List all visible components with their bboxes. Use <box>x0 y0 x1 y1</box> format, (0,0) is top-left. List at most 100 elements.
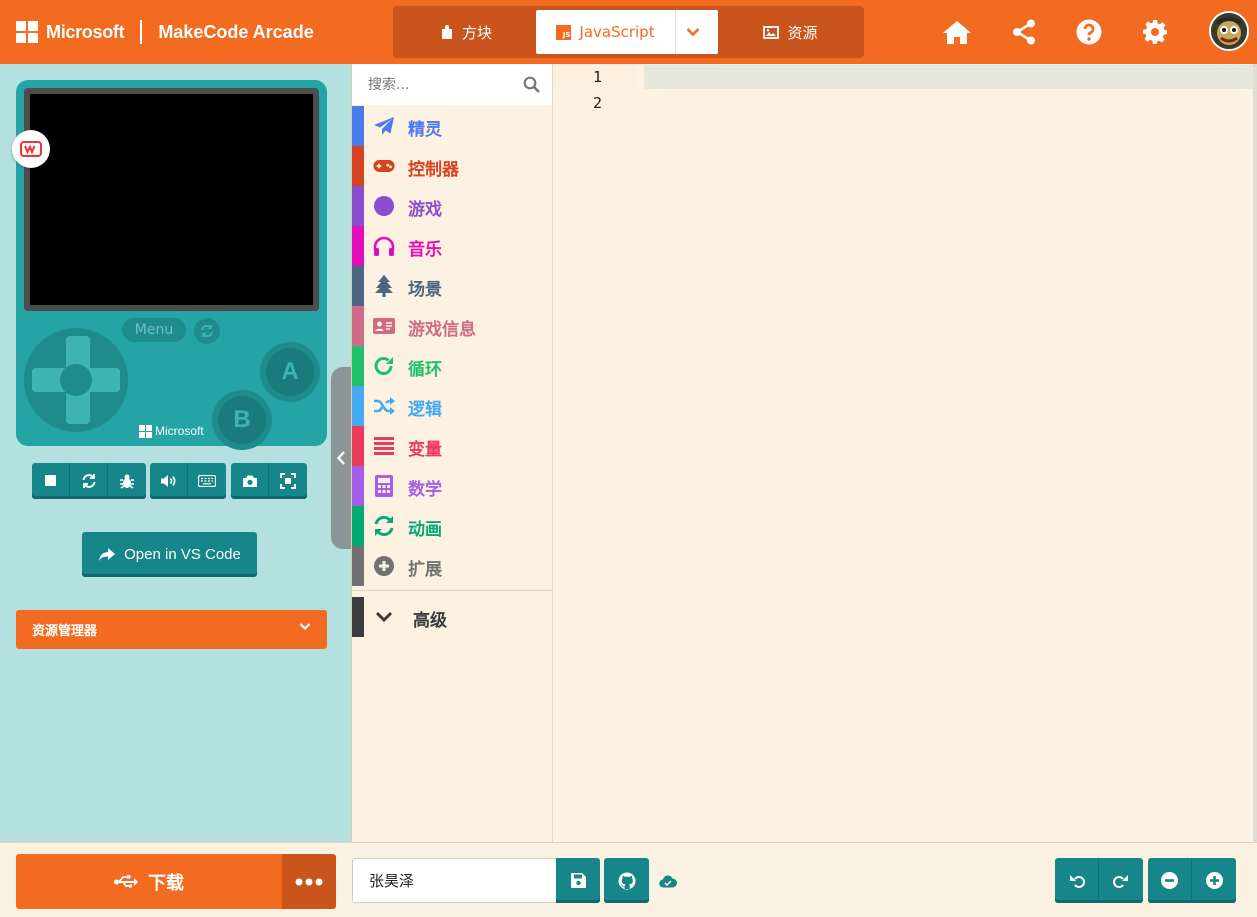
category-color-bar <box>352 346 364 386</box>
category-game[interactable]: 游戏 <box>352 186 552 226</box>
language-dropdown-button[interactable] <box>675 10 718 54</box>
share-icon <box>1013 19 1035 45</box>
list-icon <box>373 435 395 457</box>
category-logic[interactable]: 逻辑 <box>352 386 552 426</box>
b-button[interactable]: B <box>212 390 272 450</box>
calculator-icon <box>373 475 395 497</box>
wps-floating-badge[interactable] <box>12 130 50 168</box>
github-button[interactable] <box>604 858 649 903</box>
open-in-vscode-button[interactable]: Open in VS Code <box>82 532 257 577</box>
minus-circle-icon <box>1161 872 1178 889</box>
category-info[interactable]: 游戏信息 <box>352 306 552 346</box>
category-scene[interactable]: 场景 <box>352 266 552 306</box>
category-color-bar <box>352 186 364 226</box>
open-in-vscode-label: Open in VS Code <box>124 546 241 563</box>
search-icon[interactable] <box>523 76 540 93</box>
device-brand: Microsoft <box>139 424 204 438</box>
save-icon <box>570 873 586 888</box>
undo-button[interactable] <box>1055 858 1099 903</box>
chevron-down-icon <box>686 28 700 37</box>
user-avatar[interactable] <box>1209 11 1249 51</box>
share-button[interactable] <box>1006 14 1042 50</box>
gamepad-icon <box>373 155 395 177</box>
b-button-label: B <box>218 396 266 444</box>
headphones-icon <box>373 235 395 257</box>
category-music[interactable]: 音乐 <box>352 226 552 266</box>
fullscreen-icon <box>280 473 296 489</box>
editor-toggle: 方块 JS JavaScript 资源 <box>393 6 864 58</box>
category-label: 场景 <box>408 280 442 300</box>
device-brand-label: Microsoft <box>155 424 204 438</box>
dpad-center <box>60 364 92 396</box>
category-label: 动画 <box>408 520 442 540</box>
settings-button[interactable] <box>1137 14 1173 50</box>
puzzle-icon <box>441 25 452 39</box>
brand-company: Microsoft <box>46 21 125 42</box>
device-reset-button[interactable] <box>194 318 220 344</box>
tab-javascript[interactable]: JS JavaScript <box>536 10 675 54</box>
keyboard-button[interactable] <box>188 463 226 499</box>
redo-icon <box>1113 874 1128 888</box>
cloud-sync-status[interactable] <box>659 873 677 892</box>
home-button[interactable] <box>939 14 975 50</box>
home-icon <box>943 21 971 44</box>
brand[interactable]: Microsoft MakeCode Arcade <box>16 0 314 64</box>
collapse-simulator-button[interactable] <box>331 367 351 549</box>
game-simulator[interactable]: Menu A B Microsoft <box>16 80 327 450</box>
tab-javascript-label: JavaScript <box>579 23 655 41</box>
search-input[interactable] <box>352 64 502 105</box>
help-button[interactable] <box>1071 14 1107 50</box>
paper-plane-icon <box>373 115 395 137</box>
category-label: 扩展 <box>408 560 442 580</box>
top-menu-bar: Microsoft MakeCode Arcade 方块 JS JavaScri… <box>0 0 1257 64</box>
category-math[interactable]: 数学 <box>352 466 552 506</box>
editor-footer: 下载 张昊泽 <box>0 842 1257 917</box>
tab-blocks[interactable]: 方块 <box>397 10 535 54</box>
microsoft-logo-icon <box>16 21 38 43</box>
chevron-down-icon <box>373 606 395 628</box>
plus-circle-icon <box>1205 872 1223 889</box>
category-loops[interactable]: 循环 <box>352 346 552 386</box>
stop-button[interactable] <box>32 463 70 499</box>
zoom-out-button[interactable] <box>1148 858 1192 903</box>
simulator-panel: Menu A B Microsoft Open in VS Code 资源管理器 <box>0 64 351 842</box>
fullscreen-button[interactable] <box>269 463 307 499</box>
screenshot-button[interactable] <box>231 463 269 499</box>
menu-button[interactable]: Menu <box>122 318 186 342</box>
volume-icon <box>160 475 175 487</box>
zoom-in-button[interactable] <box>1192 858 1236 903</box>
debug-button[interactable] <box>108 463 146 499</box>
restart-button[interactable] <box>70 463 108 499</box>
category-extensions[interactable]: 扩展 <box>352 546 552 586</box>
tab-assets-label: 资源 <box>787 23 818 42</box>
save-button[interactable] <box>556 858 600 903</box>
code-editor[interactable]: 1 2 <box>553 64 1257 842</box>
project-name-input[interactable]: 张昊泽 <box>352 858 556 903</box>
github-icon <box>618 872 635 889</box>
download-more-button[interactable] <box>282 854 336 909</box>
category-animation[interactable]: 动画 <box>352 506 552 546</box>
toolbox-divider <box>352 590 552 591</box>
help-icon <box>1076 19 1102 45</box>
game-screen[interactable] <box>30 94 313 305</box>
brand-divider <box>140 20 143 44</box>
category-color-bar <box>352 106 364 146</box>
category-sprites[interactable]: 精灵 <box>352 106 552 146</box>
category-label: 游戏信息 <box>408 320 476 340</box>
category-advanced[interactable]: 高级 <box>352 597 552 637</box>
category-controller[interactable]: 控制器 <box>352 146 552 186</box>
line-number: 1 <box>593 68 603 86</box>
line-number: 2 <box>593 94 603 112</box>
download-button[interactable]: 下载 <box>16 854 282 909</box>
javascript-icon: JS <box>556 24 572 40</box>
asset-explorer-header[interactable]: 资源管理器 <box>16 610 327 649</box>
sound-button[interactable] <box>150 463 188 499</box>
cloud-check-icon <box>659 875 677 888</box>
category-variables[interactable]: 变量 <box>352 426 552 466</box>
chevron-down-icon <box>299 623 311 631</box>
a-button[interactable]: A <box>260 342 320 402</box>
category-label: 游戏 <box>408 200 442 220</box>
toolbox: 精灵 控制器 游戏 音乐 场景 游戏信息 循环 逻辑 变量 <box>351 64 553 842</box>
tab-assets[interactable]: 资源 <box>721 10 860 54</box>
redo-button[interactable] <box>1099 858 1143 903</box>
